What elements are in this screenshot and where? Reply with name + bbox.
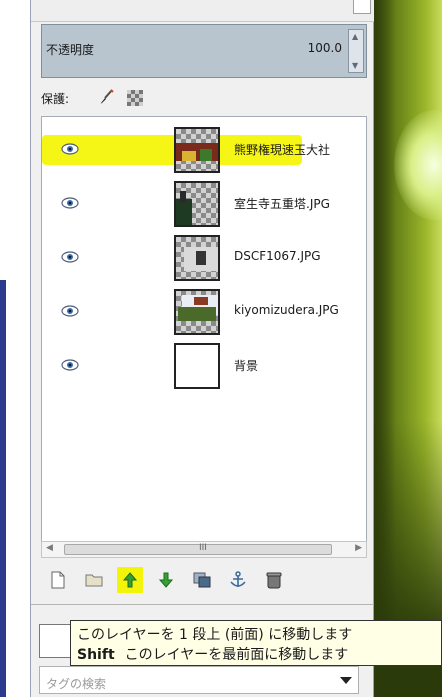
panel-top-strip (31, 0, 375, 22)
spin-up-icon[interactable]: ▲ (352, 32, 358, 41)
tag-search-field[interactable]: タグの検索 (39, 666, 359, 694)
layer-name[interactable]: 室生寺五重塔.JPG (234, 195, 366, 212)
window-edge (0, 280, 6, 697)
spin-down-icon[interactable]: ▼ (352, 61, 358, 70)
layer-thumbnail (174, 181, 220, 227)
opacity-value[interactable]: 100.0 (308, 41, 342, 55)
layer-row[interactable]: 室生寺五重塔.JPG (42, 177, 366, 231)
new-layer-button[interactable] (45, 567, 71, 593)
trash-icon (266, 572, 282, 589)
layer-name[interactable]: 背景 (234, 357, 366, 374)
layer-thumbnail (174, 343, 220, 389)
layer-toolbar (41, 565, 367, 595)
duplicate-icon (193, 572, 211, 588)
eye-icon[interactable] (60, 195, 80, 211)
raise-layer-button[interactable] (117, 567, 143, 593)
panel-separator (31, 604, 375, 605)
arrow-up-icon (123, 572, 137, 588)
anchor-layer-button[interactable] (225, 567, 251, 593)
scroll-left-icon[interactable]: ◀ (46, 543, 53, 553)
lock-label: 保護: (41, 92, 70, 106)
anchor-icon (230, 571, 246, 587)
lock-alpha-icon[interactable] (127, 90, 143, 106)
duplicate-layer-button[interactable] (189, 567, 215, 593)
layer-list: 熊野権現速玉大社 室生寺五重塔.JPG DSCF1067.JPG kiyomiz… (41, 116, 367, 546)
lock-row: 保護: (41, 88, 241, 108)
horizontal-scrollbar[interactable]: ◀ III ▶ (41, 541, 367, 558)
delete-layer-button[interactable] (261, 567, 287, 593)
tooltip-line-2: Shift このレイヤーを最前面に移動します (77, 645, 435, 665)
new-layer-group-button[interactable] (81, 567, 107, 593)
tooltip-shift-text: このレイヤーを最前面に移動します (124, 647, 349, 663)
layer-thumbnail (174, 289, 220, 335)
scrollbar-grip: III (199, 543, 207, 553)
folder-icon (85, 574, 103, 587)
eye-icon[interactable] (60, 249, 80, 265)
raise-layer-tooltip: このレイヤーを 1 段上 (前面) に移動します Shift このレイヤーを最前面… (70, 620, 442, 666)
dropdown-arrow-icon[interactable] (340, 677, 352, 684)
layer-thumbnail (174, 235, 220, 281)
tooltip-shift-key: Shift (77, 647, 115, 663)
scroll-right-icon[interactable]: ▶ (355, 543, 362, 553)
eye-icon[interactable] (60, 141, 80, 157)
lower-layer-button[interactable] (153, 567, 179, 593)
eye-icon[interactable] (60, 303, 80, 319)
layer-row[interactable]: kiyomizudera.JPG (42, 285, 366, 339)
tag-search-placeholder: タグの検索 (46, 677, 107, 691)
eye-icon[interactable] (60, 357, 80, 373)
layer-row[interactable]: 熊野権現速玉大社 (42, 123, 366, 177)
layer-name[interactable]: 熊野権現速玉大社 (234, 141, 366, 158)
layer-thumbnail (174, 127, 220, 173)
layer-row[interactable]: 背景 (42, 339, 366, 393)
lock-pixels-icon[interactable] (97, 88, 115, 106)
new-document-icon (51, 571, 65, 589)
layer-row[interactable]: DSCF1067.JPG (42, 231, 366, 285)
layers-panel: 不透明度 100.0 ▲ ▼ 保護: 熊野権現速玉大社 室生寺五重塔.JPG D… (30, 0, 375, 697)
layer-name[interactable]: kiyomizudera.JPG (234, 303, 366, 317)
opacity-spinner[interactable]: ▲ ▼ (348, 29, 364, 73)
image-canvas[interactable] (374, 0, 442, 697)
layer-name[interactable]: DSCF1067.JPG (234, 249, 366, 263)
opacity-label: 不透明度 (46, 43, 95, 57)
tooltip-line-1: このレイヤーを 1 段上 (前面) に移動します (77, 627, 353, 643)
panel-menu-button[interactable] (353, 0, 371, 14)
scrollbar-thumb[interactable]: III (64, 543, 332, 555)
arrow-down-icon (159, 572, 173, 588)
left-gutter (0, 0, 30, 697)
canvas-highlight (394, 110, 442, 220)
opacity-control[interactable]: 不透明度 100.0 ▲ ▼ (41, 24, 367, 78)
